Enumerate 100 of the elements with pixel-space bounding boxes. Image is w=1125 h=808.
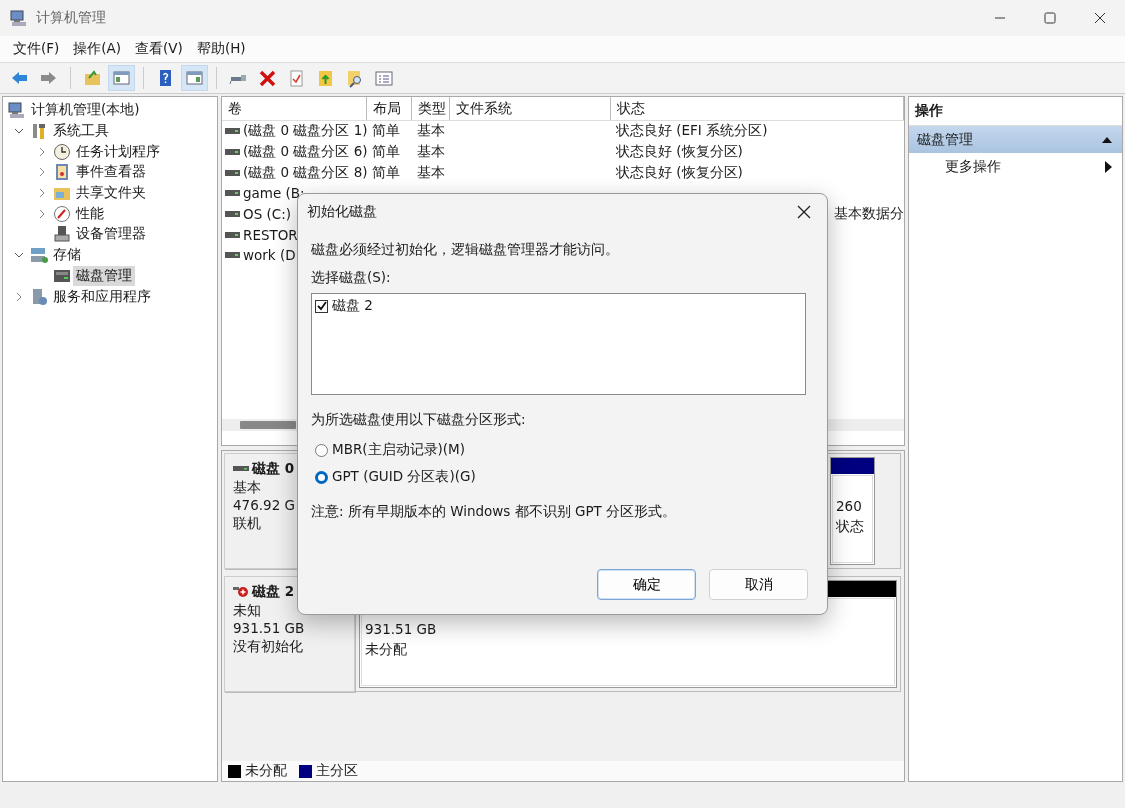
delete-icon[interactable] xyxy=(258,68,277,88)
column-header[interactable]: 状态 xyxy=(611,97,904,120)
table-cell: (磁盘 0 磁盘分区 6) xyxy=(243,143,367,162)
table-cell: OS (C:) xyxy=(243,206,291,223)
tree-item[interactable]: 系统工具 xyxy=(50,121,112,142)
collapse-arrow-icon[interactable] xyxy=(1102,135,1112,144)
table-cell: 简单 xyxy=(372,122,400,139)
table-cell: (磁盘 0 磁盘分区 8) xyxy=(243,163,367,182)
disk-error-icon xyxy=(233,586,249,598)
table-cell: 状态良好 (恢复分区) xyxy=(616,143,743,160)
partition-block[interactable]: 260 状态 xyxy=(830,457,875,565)
drive-icon xyxy=(225,189,240,198)
radio-label[interactable]: MBR(主启动记录)(M) xyxy=(332,441,465,459)
table-cell: 简单 xyxy=(372,143,400,160)
maximize-icon[interactable] xyxy=(1041,9,1059,27)
disk-detail: 没有初始化 xyxy=(233,637,303,655)
drive-icon xyxy=(225,168,240,177)
event-log-icon xyxy=(53,163,71,182)
chevron-right-icon[interactable] xyxy=(37,188,47,199)
chevron-right-icon[interactable] xyxy=(37,208,47,219)
disk-detail: 476.92 G xyxy=(233,496,295,514)
disk-detail: 931.51 GB xyxy=(233,619,305,637)
computer-icon xyxy=(8,101,26,120)
dialog-message: 磁盘必须经过初始化，逻辑磁盘管理器才能访问。 xyxy=(311,241,619,259)
table-cell: 状态良好 (恢复分区) xyxy=(616,163,743,180)
tree-item[interactable]: 性能 xyxy=(73,203,107,224)
table-cell: 简单 xyxy=(372,163,400,180)
column-header[interactable]: 文件系统 xyxy=(450,97,611,120)
table-cell: 基本 xyxy=(417,122,445,139)
note-text: 注意: 所有早期版本的 Windows 都不识别 GPT 分区形式。 xyxy=(311,503,677,521)
device-icon xyxy=(53,225,71,244)
drive-icon xyxy=(225,230,240,239)
drive-icon xyxy=(225,210,240,219)
cancel-button[interactable]: 取消 xyxy=(709,569,808,600)
partition-detail: 931.51 GB xyxy=(365,620,438,639)
panel-icon xyxy=(185,68,204,88)
tree-item[interactable]: 服务和应用程序 xyxy=(50,286,154,307)
gauge-icon xyxy=(53,204,71,223)
legend-label: 未分配 xyxy=(245,762,287,780)
tree-item[interactable]: 磁盘管理 xyxy=(73,265,135,286)
action-item[interactable]: 更多操作 xyxy=(909,153,1122,180)
submenu-arrow-icon xyxy=(1105,160,1112,173)
tree-item[interactable]: 共享文件夹 xyxy=(73,183,149,204)
toggle-button[interactable] xyxy=(108,65,135,91)
menu-item[interactable]: 查看(V) xyxy=(128,40,190,58)
drive-icon xyxy=(225,148,240,157)
toggle-button[interactable] xyxy=(181,65,208,91)
partition-detail: 260 xyxy=(836,497,863,516)
menu-item[interactable]: 操作(A) xyxy=(66,40,129,58)
document-check-icon[interactable] xyxy=(287,68,306,88)
tree-item[interactable]: 事件查看器 xyxy=(73,162,149,183)
field-label: 为所选磁盘使用以下磁盘分区形式: xyxy=(311,411,526,429)
table-cell: work (D xyxy=(243,247,296,264)
tree-item[interactable]: 设备管理器 xyxy=(73,224,149,245)
menu-item[interactable]: 帮助(H) xyxy=(189,40,253,58)
column-header[interactable]: 布局 xyxy=(367,97,412,120)
chevron-right-icon[interactable] xyxy=(37,167,47,178)
action-label: 磁盘管理 xyxy=(917,130,973,149)
folder-icon[interactable] xyxy=(83,68,102,88)
tree-item[interactable]: 计算机管理(本地) xyxy=(28,100,143,121)
tree-item[interactable]: 存储 xyxy=(50,245,84,266)
tree-item[interactable]: 任务计划程序 xyxy=(73,141,163,162)
chevron-right-icon[interactable] xyxy=(37,146,47,157)
disk-detail: 未知 xyxy=(233,601,261,619)
disk-name: 磁盘 0 xyxy=(252,460,295,478)
partition-detail: 状态 xyxy=(836,517,865,536)
radio-button[interactable] xyxy=(315,443,328,457)
table-cell: 状态良好 (EFI 系统分区) xyxy=(616,122,768,139)
ok-button[interactable]: 确定 xyxy=(597,569,696,600)
list-item[interactable]: 磁盘 2 xyxy=(332,297,373,315)
disk-list[interactable]: 磁盘 2 xyxy=(311,293,806,395)
checkbox[interactable] xyxy=(315,299,328,313)
table-cell: 基本 xyxy=(417,163,445,180)
column-header[interactable]: 类型 xyxy=(412,97,450,120)
search-icon[interactable] xyxy=(345,68,364,88)
menu-item[interactable]: 文件(F) xyxy=(6,40,67,58)
radio-label[interactable]: GPT (GUID 分区表)(G) xyxy=(332,468,476,486)
radio-button[interactable] xyxy=(315,470,328,484)
partition-detail: 未分配 xyxy=(365,640,408,659)
legend-label: 主分区 xyxy=(316,762,358,780)
section-header[interactable]: 磁盘管理 xyxy=(909,126,1122,153)
chevron-right-icon[interactable] xyxy=(14,291,24,302)
table-cell: 基本数据分 xyxy=(834,205,904,222)
disk-detail: 联机 xyxy=(233,514,261,532)
tools-icon xyxy=(30,122,48,141)
panel-icon xyxy=(112,68,131,88)
table-cell: game (B: xyxy=(243,185,305,202)
app-icon xyxy=(10,9,28,27)
field-label: 选择磁盘(S): xyxy=(311,269,391,287)
dialog-title: 初始化磁盘 xyxy=(307,203,377,221)
disk-detail: 基本 xyxy=(233,478,261,496)
table-cell: RESTOR xyxy=(243,226,298,243)
disk-name: 磁盘 2 xyxy=(252,583,295,601)
drive-icon xyxy=(225,127,240,136)
column-header[interactable]: 卷 xyxy=(222,97,367,120)
list-view-icon[interactable] xyxy=(374,68,393,88)
close-icon xyxy=(797,205,811,219)
drive-icon xyxy=(225,251,240,260)
window-title: 计算机管理 xyxy=(36,9,106,27)
server-icon xyxy=(30,287,48,306)
